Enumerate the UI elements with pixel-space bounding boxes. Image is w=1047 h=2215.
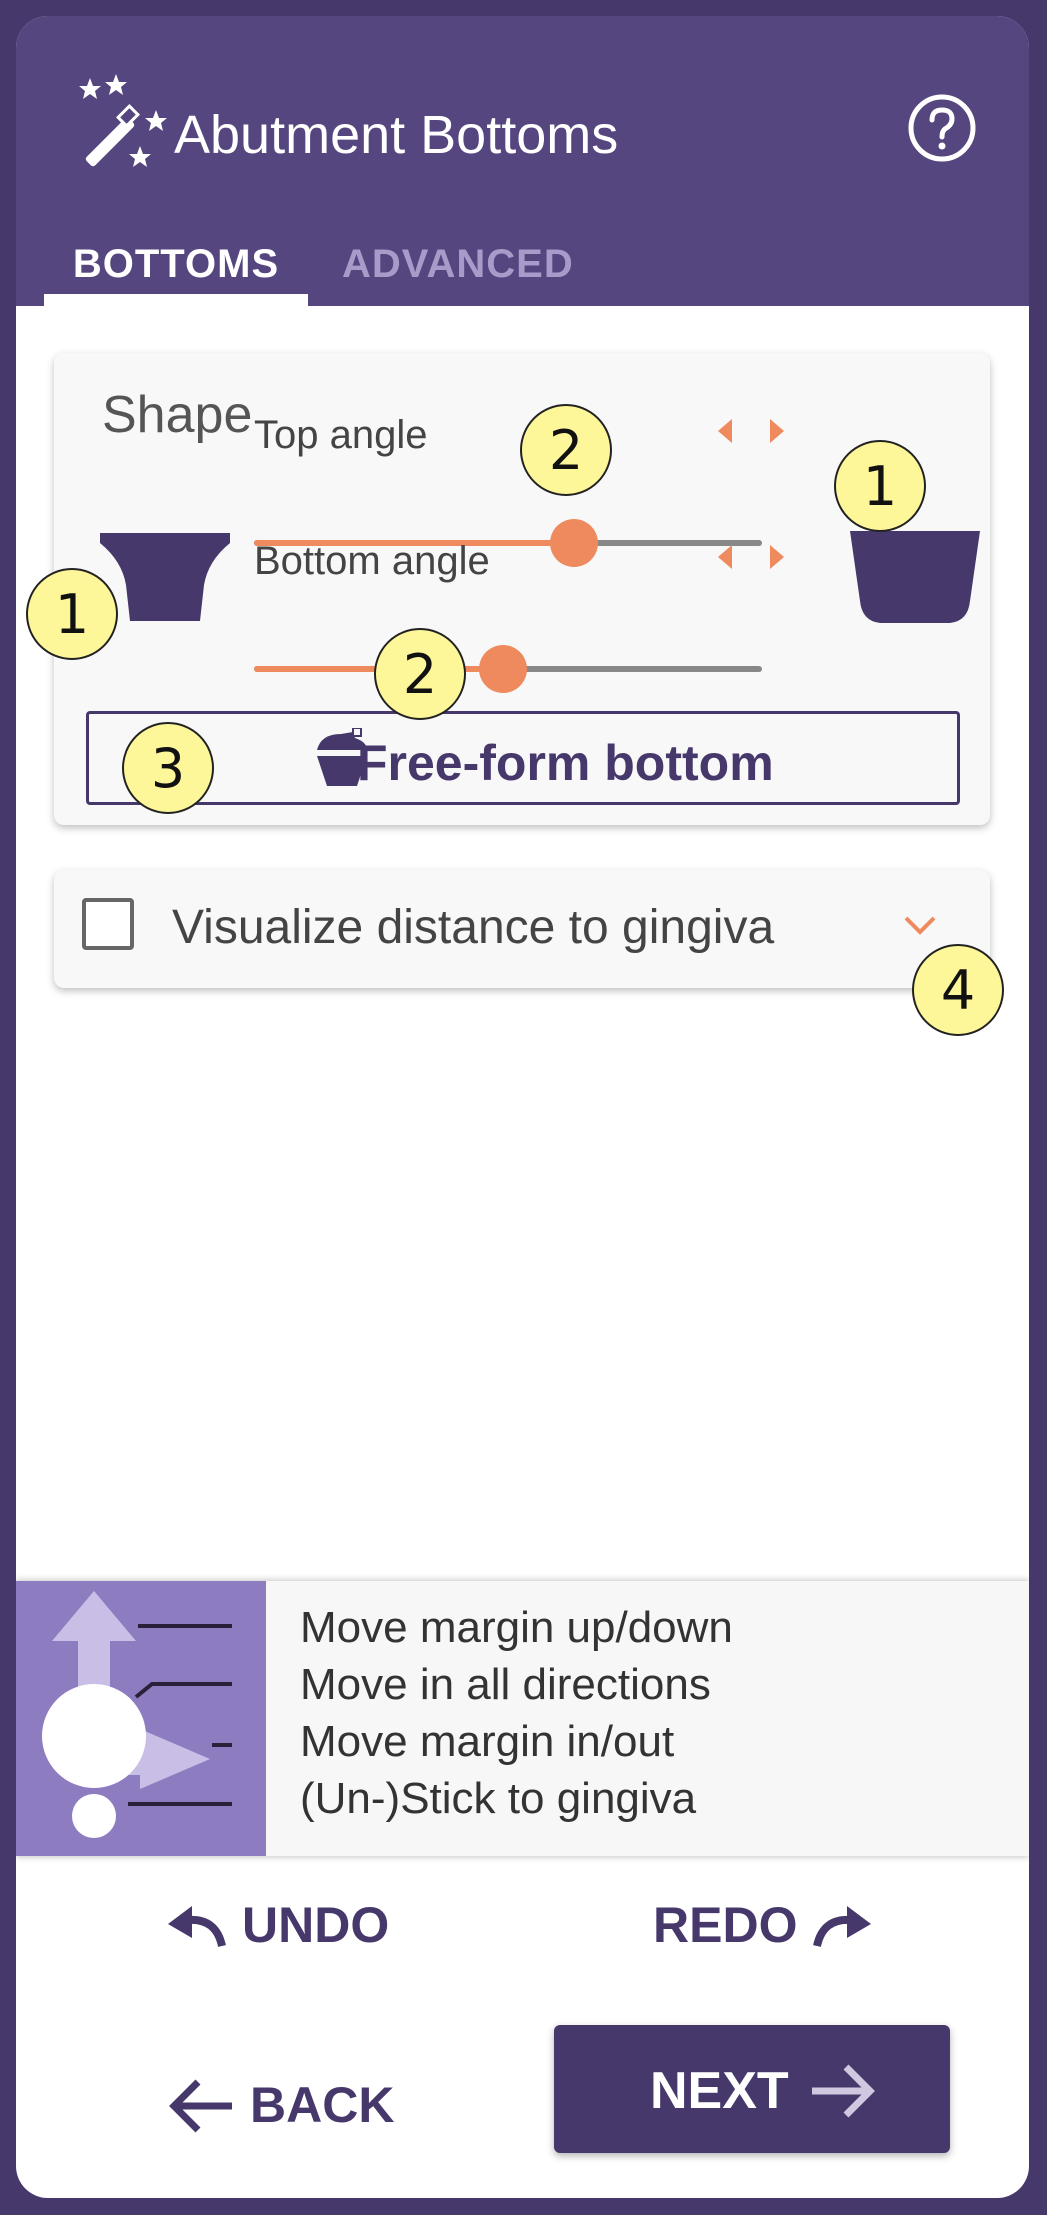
bottom-angle-slider[interactable] (254, 645, 762, 693)
next-label: NEXT (650, 2062, 789, 2120)
callout-1-left: 1 (26, 568, 118, 660)
callout-2-bottom: 2 (374, 628, 466, 720)
callout-3: 3 (122, 722, 214, 814)
hint-move-margin-up-down: Move margin up/down (300, 1603, 733, 1652)
tool-panel: Abutment Bottoms BOTTOMS ADVANCED Shape … (16, 16, 1029, 2198)
hint-stick-to-gingiva: (Un-)Stick to gingiva (300, 1774, 697, 1823)
redo-icon (813, 1906, 871, 1948)
visualize-distance-checkbox[interactable] (82, 898, 134, 950)
tab-advanced-label: ADVANCED (342, 242, 574, 286)
redo-label: REDO (653, 1897, 798, 1953)
mouse-controls-icon (16, 1581, 266, 1856)
magic-wand-icon (79, 74, 167, 167)
top-angle-label: Top angle (254, 413, 428, 457)
undo-icon (168, 1906, 226, 1948)
visualize-distance-label: Visualize distance to gingiva (172, 901, 775, 954)
bottom-angle-increase[interactable] (770, 545, 784, 569)
bottom-angle-thumb[interactable] (478, 645, 527, 693)
hint-move-all-directions: Move in all directions (300, 1660, 711, 1709)
bottom-angle-decrease[interactable] (718, 545, 732, 569)
shape-heading: Shape (102, 386, 253, 444)
bottom-angle-label: Bottom angle (254, 539, 490, 583)
chevron-down-icon[interactable] (902, 914, 938, 938)
callout-2-top: 2 (520, 404, 612, 496)
callout-4: 4 (912, 944, 1004, 1036)
arrow-left-icon (169, 2079, 232, 2133)
header: Abutment Bottoms BOTTOMS ADVANCED (16, 16, 1029, 306)
free-form-bottom-label: Free-form bottom (357, 735, 774, 791)
undo-label: UNDO (242, 1897, 390, 1953)
callout-1-right: 1 (834, 440, 926, 532)
visualize-distance-card[interactable]: Visualize distance to gingiva (54, 870, 990, 988)
page-title: Abutment Bottoms (174, 105, 619, 165)
arrow-right-icon (812, 2064, 875, 2118)
top-angle-increase[interactable] (770, 419, 784, 443)
next-button[interactable]: NEXT (554, 2025, 950, 2153)
tab-bottoms-label: BOTTOMS (72, 242, 280, 286)
hint-move-margin-in-out: Move margin in/out (300, 1717, 675, 1766)
mouse-hints: Move margin up/down Move in all directio… (16, 1581, 1029, 1856)
shallow-bottom-shape-icon (100, 533, 230, 621)
top-angle-thumb[interactable] (550, 519, 599, 567)
top-angle-decrease[interactable] (718, 419, 732, 443)
tab-bottoms[interactable]: BOTTOMS (44, 242, 308, 306)
free-form-bottom-button[interactable]: Free-form bottom (86, 711, 960, 805)
tab-advanced[interactable]: ADVANCED (342, 242, 574, 306)
help-circle-icon[interactable] (906, 92, 978, 164)
deep-bottom-shape-icon (850, 531, 980, 623)
back-label: BACK (250, 2077, 395, 2133)
